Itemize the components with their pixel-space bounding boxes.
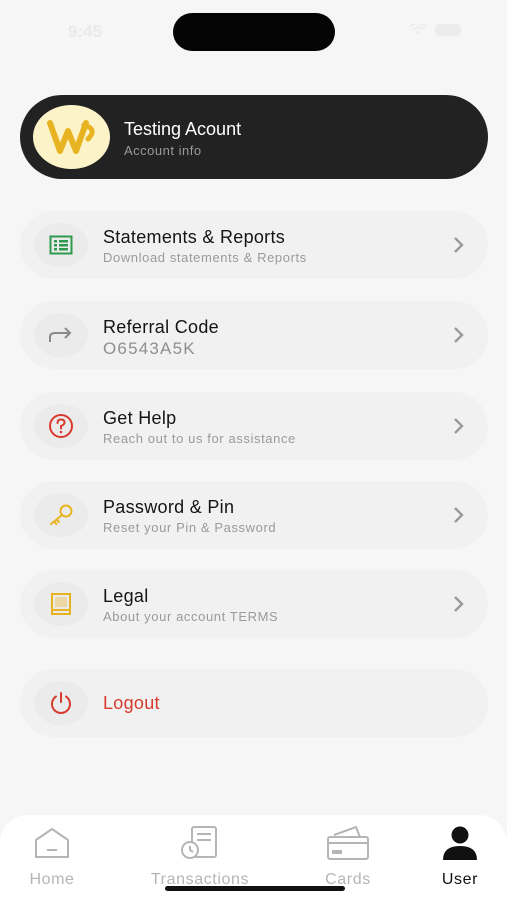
account-info-label: Account info [124, 143, 202, 158]
menu-title-statements: Statements & Reports [103, 227, 286, 247]
menu-title-referral: Referral Code [103, 317, 219, 337]
question-circle-icon [34, 404, 88, 448]
logout-button[interactable]: Logout [20, 669, 488, 737]
status-time: 9:45 [68, 22, 103, 41]
menu-subtitle-get-help: Reach out to us for assistance [103, 431, 296, 446]
menu-subtitle-legal: About your account TERMS [103, 609, 279, 624]
power-icon [34, 681, 88, 725]
chevron-right-icon [454, 237, 464, 253]
key-icon [34, 493, 88, 537]
chevron-right-icon [454, 327, 464, 343]
menu-item-password-pin[interactable]: Password & Pin Reset your Pin & Password [20, 481, 488, 549]
avatar [33, 105, 110, 169]
statement-icon [34, 223, 88, 267]
account-card[interactable]: Testing Acount Account info [20, 95, 488, 179]
logout-label: Logout [103, 693, 160, 713]
status-icons [409, 24, 461, 36]
wifi-icon [409, 24, 427, 35]
menu-item-legal[interactable]: Legal About your account TERMS [20, 570, 488, 638]
menu-subtitle-password-pin: Reset your Pin & Password [103, 520, 277, 535]
card-icon [288, 823, 408, 863]
tab-home[interactable]: Home [0, 823, 112, 889]
menu-item-get-help[interactable]: Get Help Reach out to us for assistance [20, 392, 488, 460]
tab-cards[interactable]: Cards [288, 823, 408, 889]
tab-transactions[interactable]: Transactions [140, 823, 260, 889]
menu-title-get-help: Get Help [103, 408, 177, 428]
home-indicator [165, 886, 345, 891]
referral-code-value: O6543A5K [103, 339, 196, 358]
menu-subtitle-statements: Download statements & Reports [103, 250, 307, 265]
dynamic-island [173, 13, 335, 51]
chevron-right-icon [454, 507, 464, 523]
menu-title-password-pin: Password & Pin [103, 497, 235, 517]
home-icon [0, 823, 112, 863]
menu-item-statements[interactable]: Statements & Reports Download statements… [20, 211, 488, 279]
status-bar: 9:45 [0, 0, 507, 60]
book-icon [34, 582, 88, 626]
tab-label-user: User [441, 871, 479, 888]
menu-title-legal: Legal [103, 586, 149, 606]
transactions-icon [140, 823, 260, 863]
user-icon [400, 823, 507, 863]
chevron-right-icon [454, 596, 464, 612]
account-name: Testing Acount [124, 119, 242, 139]
tab-label-home: Home [29, 871, 75, 888]
tab-user[interactable]: User [400, 823, 507, 889]
battery-icon [435, 24, 461, 36]
menu-item-referral[interactable]: Referral Code O6543A5K [20, 301, 488, 369]
brand-logo-icon [46, 120, 95, 154]
chevron-right-icon [454, 418, 464, 434]
share-arrow-icon [34, 313, 88, 357]
